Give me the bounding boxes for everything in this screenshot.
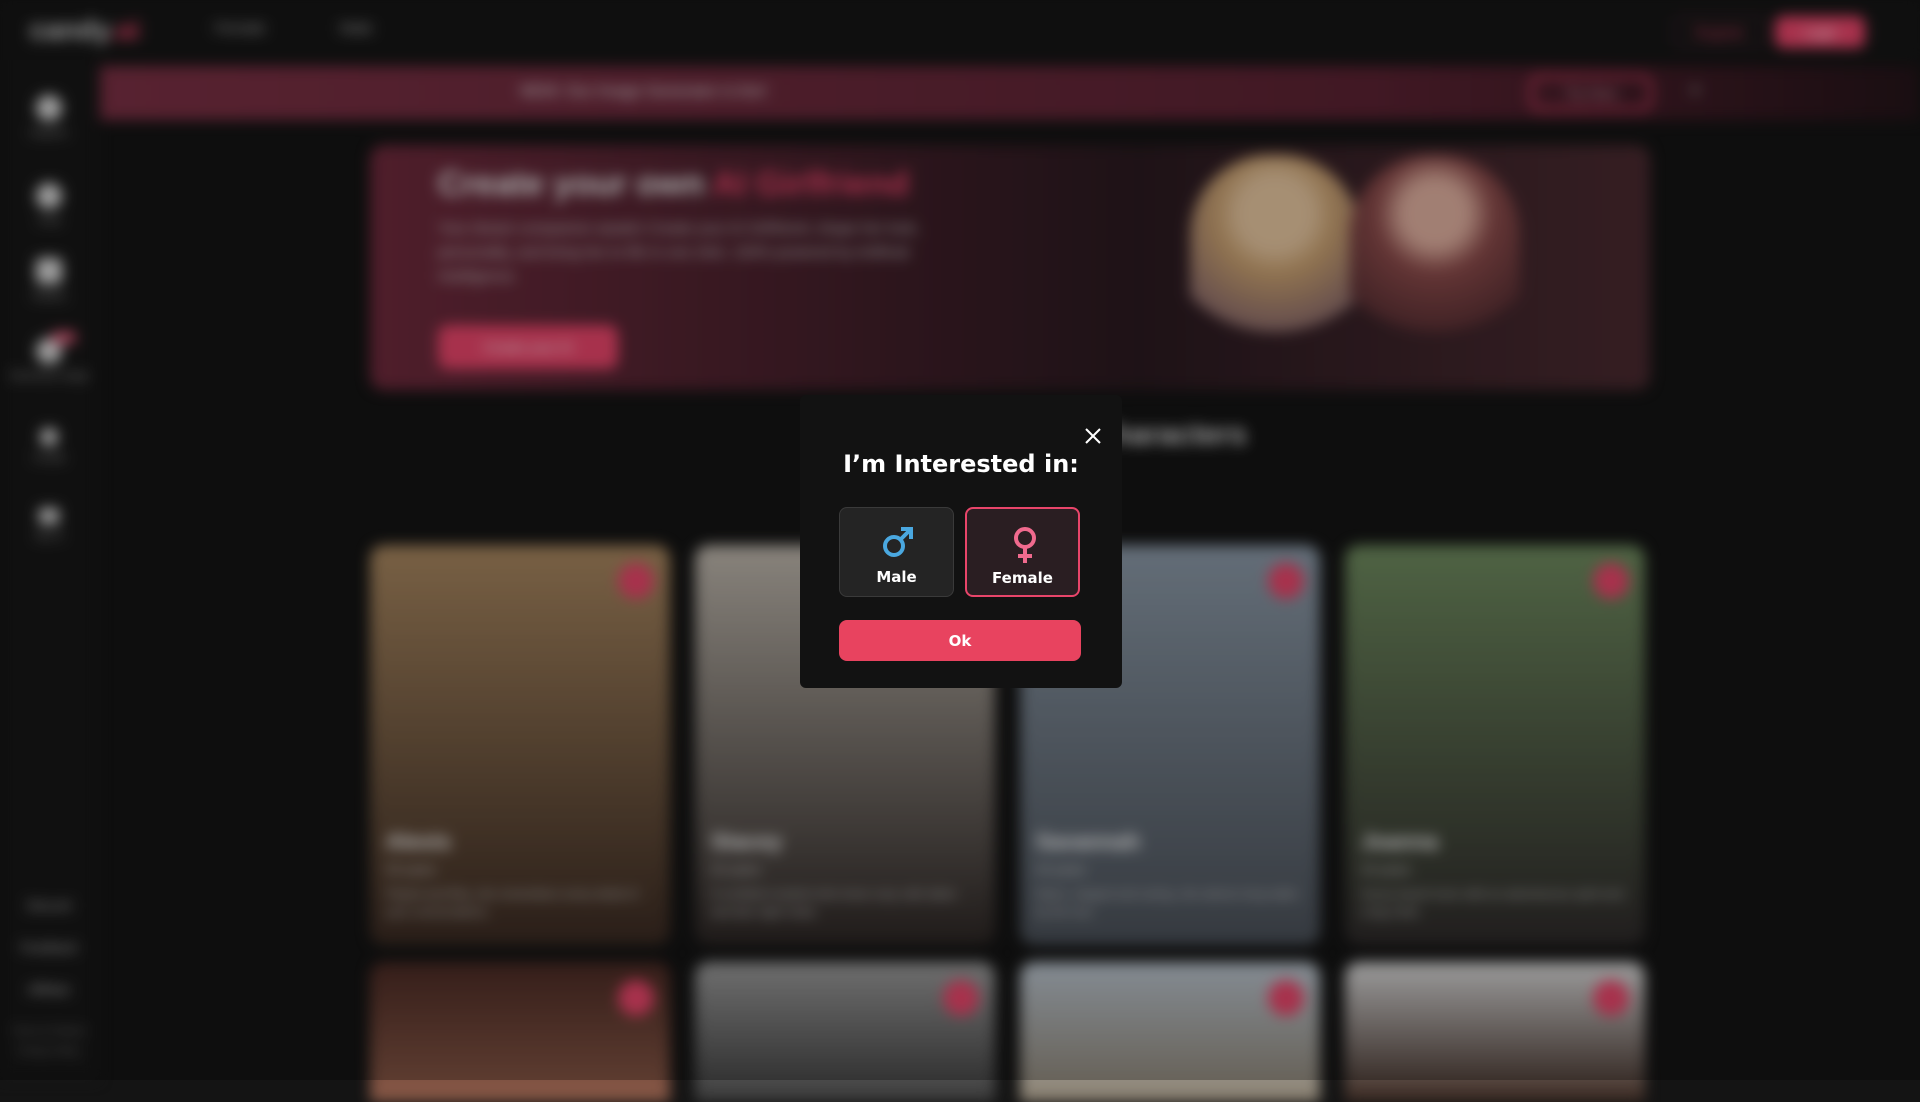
modal-title: I’m Interested in:	[800, 450, 1122, 478]
close-icon[interactable]	[1082, 425, 1104, 447]
ok-button[interactable]: Ok	[839, 620, 1081, 661]
male-option[interactable]: Male	[839, 507, 954, 597]
female-label: Female	[967, 569, 1078, 587]
male-symbol-icon	[880, 524, 916, 560]
interest-modal: I’m Interested in: Male Female Ok	[800, 395, 1122, 688]
female-symbol-icon	[1007, 525, 1043, 565]
female-option[interactable]: Female	[965, 507, 1080, 597]
male-label: Male	[840, 568, 953, 586]
